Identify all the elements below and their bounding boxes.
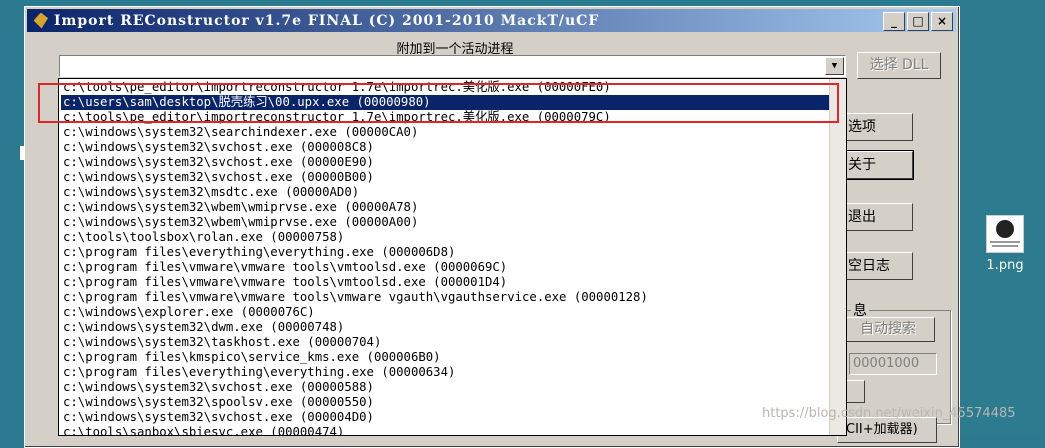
process-list-item[interactable]: c:\windows\system32\wbem\wmiprvse.exe (0…	[61, 215, 829, 230]
process-list-item[interactable]: c:\windows\system32\svchost.exe (00000B0…	[61, 170, 829, 185]
window-title: Import REConstructor v1.7e FINAL (C) 200…	[54, 12, 600, 29]
annotation-highlight-box	[38, 83, 839, 123]
process-list-item[interactable]: c:\program files\vmware\vmware tools\vmw…	[61, 290, 829, 305]
process-list-item[interactable]: c:\program files\vmware\vmware tools\vmt…	[61, 275, 829, 290]
face-thumbnail	[996, 220, 1014, 238]
title-bar[interactable]: Import REConstructor v1.7e FINAL (C) 200…	[27, 9, 956, 32]
title-bar-buttons: _ □ ×	[883, 12, 953, 31]
process-list-item[interactable]: c:\windows\system32\msdtc.exe (00000AD0)	[61, 185, 829, 200]
desktop-icon-label[interactable]: 1.png	[984, 258, 1026, 273]
image-file-icon[interactable]	[986, 215, 1024, 253]
auto-search-button[interactable]: 自动搜索	[837, 317, 935, 342]
process-list-item[interactable]: c:\windows\system32\svchost.exe (000008C…	[61, 140, 829, 155]
process-list-item[interactable]: c:\windows\system32\svchost.exe (0000058…	[61, 380, 829, 395]
process-list-item[interactable]: c:\tools\toolsbox\rolan.exe (00000758)	[61, 230, 829, 245]
combo-arrow-down-icon[interactable]: ▼	[825, 57, 844, 75]
app-icon	[33, 12, 48, 29]
thumbnail-line	[992, 245, 1018, 247]
process-list-item[interactable]: c:\windows\system32\wbem\wmiprvse.exe (0…	[61, 200, 829, 215]
minimize-button[interactable]: _	[883, 12, 905, 31]
process-list-item[interactable]: c:\windows\system32\svchost.exe (000004D…	[61, 410, 829, 425]
process-list-item[interactable]: c:\windows\system32\searchindexer.exe (0…	[61, 125, 829, 140]
maximize-button[interactable]: □	[907, 12, 929, 31]
close-button[interactable]: ×	[931, 12, 953, 31]
process-list-item[interactable]: c:\program files\vmware\vmware tools\vmt…	[61, 260, 829, 275]
process-list-item[interactable]: c:\tools\sanbox\sbiesvc.exe (00000474)	[61, 425, 829, 435]
process-list-item[interactable]: c:\program files\kmspico\service_kms.exe…	[61, 350, 829, 365]
process-list-item[interactable]: c:\program files\everything\everything.e…	[61, 245, 829, 260]
select-dll-button[interactable]: 选择 DLL	[857, 52, 941, 79]
thumbnail-line	[990, 241, 1020, 243]
process-list-item[interactable]: c:\windows\system32\svchost.exe (00000E9…	[61, 155, 829, 170]
process-combobox[interactable]: ▼	[59, 55, 846, 77]
process-list-item[interactable]: c:\program files\everything\everything.e…	[61, 365, 829, 380]
process-list-item[interactable]: c:\windows\explorer.exe (0000076C)	[61, 305, 829, 320]
watermark-text: https://blog.csdn.net/weixin_45574485	[762, 406, 1016, 421]
process-dropdown-list[interactable]: c:\tools\pe_editor\importreconstructor 1…	[58, 78, 847, 436]
process-list-item[interactable]: c:\windows\system32\spoolsv.exe (0000055…	[61, 395, 829, 410]
process-list-item[interactable]: c:\windows\system32\taskhost.exe (000007…	[61, 335, 829, 350]
vertical-scrollbar[interactable]	[829, 79, 846, 435]
oep-field[interactable]: 00001000	[849, 353, 937, 375]
process-list-item[interactable]: c:\windows\system32\dwm.exe (00000748)	[61, 320, 829, 335]
